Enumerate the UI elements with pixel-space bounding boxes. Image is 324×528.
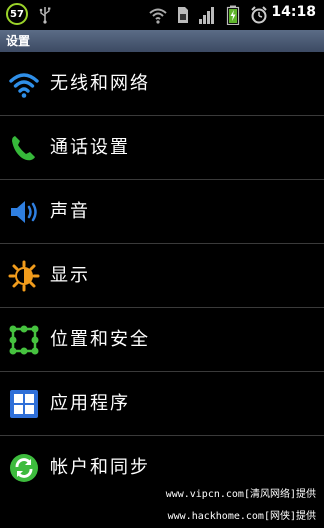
settings-list: 无线和网络 通话设置 声音 显示 位置和安全 应用程序 帐户和同步 — [0, 52, 324, 500]
settings-item-applications[interactable]: 应用程序 — [0, 372, 324, 436]
sim-icon — [178, 7, 188, 23]
settings-screen: 57 14:18 设置 无线和网络 通话设置 声音 显示 位置和安全 应用程序 … — [0, 0, 324, 528]
speaker-icon — [11, 201, 37, 223]
brightness-icon — [8, 260, 40, 292]
settings-item-label: 帐户和同步 — [50, 457, 150, 478]
settings-item-call-settings[interactable]: 通话设置 — [0, 116, 324, 180]
phone-icon — [12, 136, 35, 161]
settings-item-wireless-networks[interactable]: 无线和网络 — [0, 52, 324, 116]
watermark-text: www.vipcn.com[清风网络]提供 — [165, 489, 316, 500]
settings-item-label: 位置和安全 — [50, 329, 150, 350]
sync-icon — [10, 454, 38, 482]
alarm-icon — [251, 6, 267, 24]
wifi-icon — [9, 73, 39, 98]
settings-item-display[interactable]: 显示 — [0, 244, 324, 308]
signal-icon — [199, 7, 214, 24]
settings-item-label: 通话设置 — [50, 137, 130, 158]
usb-icon — [39, 7, 51, 24]
status-bar: 57 14:18 — [0, 0, 324, 30]
clock: 14:18 — [271, 4, 316, 20]
watermark-text: www.hackhome.com[网侠]提供 — [167, 511, 316, 522]
settings-item-label: 显示 — [50, 265, 90, 286]
settings-item-label: 无线和网络 — [50, 73, 150, 94]
apps-icon — [10, 390, 38, 418]
page-title: 设置 — [0, 30, 324, 52]
settings-item-label: 应用程序 — [50, 393, 130, 414]
settings-item-location-security[interactable]: 位置和安全 — [0, 308, 324, 372]
settings-item-sound[interactable]: 声音 — [0, 180, 324, 244]
settings-item-label: 声音 — [50, 201, 90, 222]
location-security-icon — [9, 325, 39, 355]
wifi-icon — [149, 8, 167, 24]
battery-charging-icon — [226, 5, 240, 25]
battery-level-icon: 57 — [6, 3, 28, 25]
battery-level-text: 57 — [10, 8, 24, 20]
